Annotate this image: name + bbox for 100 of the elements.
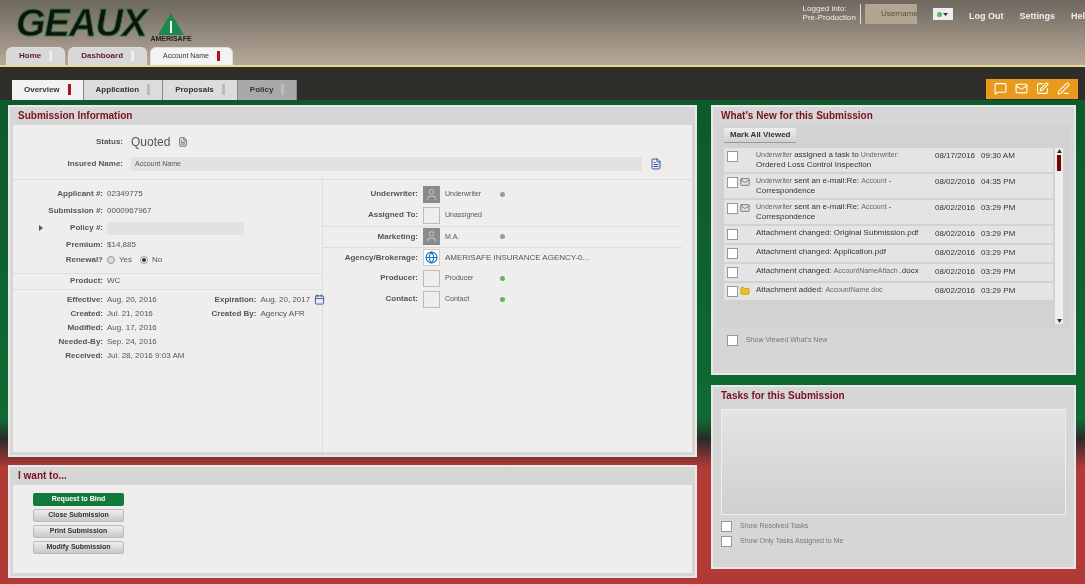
news-time: 04:35 PM — [981, 176, 1016, 188]
scroll-up-icon[interactable] — [1056, 149, 1062, 153]
section-tab[interactable]: Proposals — [163, 80, 238, 100]
avatar-placeholder — [423, 207, 440, 224]
panel-title: Tasks for this Submission — [721, 389, 845, 404]
panel-title: Submission Information — [18, 109, 133, 124]
expand-arrow-icon[interactable] — [39, 225, 43, 232]
field-label: Created By: — [210, 308, 257, 320]
field-label: Insured Name: — [66, 158, 123, 170]
checkbox[interactable] — [727, 248, 738, 259]
top-tab[interactable]: Dashboard — [68, 46, 148, 65]
radio-label: No — [152, 254, 163, 267]
field-label: Created: — [69, 308, 103, 320]
field-label: Contact: — [384, 293, 418, 306]
field-label: Modified: — [66, 322, 103, 334]
scroll-down-icon[interactable] — [1056, 319, 1062, 323]
field-label: Assigned To: — [366, 209, 418, 222]
field-value: Jul. 21, 2016 — [107, 308, 153, 320]
folder-icon — [740, 286, 750, 297]
field-value: Aug. 20, 2016 — [107, 294, 157, 306]
checkbox[interactable] — [727, 267, 738, 278]
avatar-placeholder — [423, 291, 440, 308]
field-label: Applicant #: — [56, 188, 103, 201]
checkbox[interactable] — [727, 229, 738, 240]
news-time: 09:30 AM — [981, 150, 1015, 162]
field-value: 0000967967 — [107, 205, 152, 218]
logo[interactable]: GEAUX — [16, 4, 147, 42]
header-link[interactable]: Hel — [1071, 10, 1085, 24]
calendar-icon[interactable] — [314, 294, 326, 306]
field-label: Needed-By: — [57, 336, 103, 348]
news-row[interactable]: Attachment changed: Application.pdf 08/02/2016 03:29 PM — [724, 245, 1053, 262]
news-time: 03:29 PM — [981, 202, 1016, 214]
radio-label: Yes — [119, 254, 133, 267]
checkbox[interactable] — [727, 177, 738, 188]
scrollbar[interactable] — [1055, 148, 1063, 324]
field-label: Renewal? — [64, 254, 103, 267]
panel-title: What's New for this Submission — [721, 109, 873, 124]
news-row[interactable]: Attachment changed: Original Submission.pdf 08/02/2016 03:29 PM — [724, 226, 1053, 243]
field-label: Producer: — [379, 272, 418, 285]
status-value: Quoted — [131, 134, 171, 151]
pen-icon[interactable] — [1057, 82, 1070, 96]
field-value: Agency AFR — [260, 308, 305, 320]
news-date: 08/02/2016 — [935, 176, 976, 188]
checkbox[interactable] — [721, 536, 732, 547]
field-label: Policy #: — [69, 222, 103, 235]
document-icon[interactable] — [650, 158, 662, 170]
header-link[interactable]: Log Out — [968, 10, 1004, 24]
field-label: Effective: — [66, 294, 103, 306]
mail-icon[interactable] — [1015, 82, 1028, 96]
news-date: 08/17/2016 — [935, 150, 976, 162]
section-tab[interactable]: Application — [83, 80, 164, 100]
field-value: Aug. 20, 2017 — [260, 294, 311, 306]
field-value: Jul. 28, 2016 9:03 AM — [107, 350, 185, 362]
mail-icon — [740, 203, 750, 214]
news-text: Attachment changed: Original Submission.pdf — [755, 228, 920, 238]
mail-icon — [740, 177, 750, 188]
news-time: 03:29 PM — [981, 247, 1016, 259]
top-tab[interactable]: Home — [6, 46, 66, 65]
radio-button[interactable] — [140, 256, 149, 265]
mark-all-viewed-button[interactable]: Mark All Viewed — [724, 128, 797, 143]
field-value: Sep. 24, 2016 — [107, 336, 157, 348]
checkbox[interactable] — [721, 521, 732, 532]
news-date: 08/02/2016 — [935, 266, 976, 278]
username-field[interactable]: Username — [864, 4, 917, 24]
checkbox[interactable] — [727, 151, 738, 162]
globe-icon — [423, 249, 440, 267]
tree-logo-icon — [158, 13, 184, 35]
login-info: Logged into: Pre-Production — [802, 4, 856, 22]
news-time: 03:29 PM — [981, 285, 1016, 297]
panel-title: I want to... — [18, 469, 67, 484]
radio-button[interactable] — [107, 256, 115, 265]
person-avatar-icon — [423, 228, 440, 246]
comment-icon[interactable] — [994, 82, 1007, 96]
edit-icon[interactable] — [1036, 82, 1049, 96]
contact-name: AMERISAFE INSURANCE AGENCY-0... — [445, 252, 590, 264]
status-dropdown[interactable] — [932, 8, 953, 20]
field-label: Marketing: — [376, 231, 418, 243]
checkbox[interactable] — [727, 286, 738, 297]
field-label: Premium: — [65, 239, 103, 252]
field-label: Agency/Brokerage: — [343, 252, 418, 264]
section-tab[interactable]: Policy — [237, 80, 298, 100]
field-label: Expiration: — [213, 294, 257, 306]
header-link[interactable]: Settings — [1019, 10, 1055, 24]
section-tab[interactable]: Overview — [12, 80, 84, 100]
checkbox[interactable] — [727, 203, 738, 214]
news-date: 08/02/2016 — [935, 228, 976, 240]
field-value: WC — [107, 275, 121, 288]
field-label: Status: — [95, 136, 123, 148]
news-date: 08/02/2016 — [935, 247, 976, 259]
field-value: 02349775 — [107, 188, 143, 201]
news-text: Attachment changed: Application.pdf — [755, 247, 887, 257]
checkbox[interactable] — [727, 335, 738, 346]
field-label: Submission #: — [47, 205, 103, 218]
news-date: 08/02/2016 — [935, 285, 976, 297]
news-date: 08/02/2016 — [935, 202, 976, 214]
news-time: 03:29 PM — [981, 228, 1016, 240]
document-icon[interactable] — [178, 137, 189, 147]
field-label: Received: — [64, 350, 103, 362]
field-value: Aug. 17, 2016 — [107, 322, 157, 334]
caret-icon — [943, 12, 949, 16]
